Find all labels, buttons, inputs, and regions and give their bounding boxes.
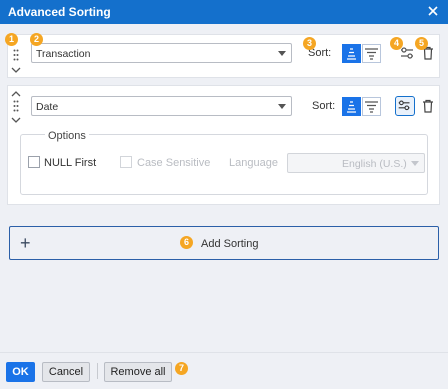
sort-row-1: Transaction Sort:: [7, 34, 440, 78]
language-value: English (U.S.): [342, 158, 407, 170]
sort-descending-button[interactable]: [362, 97, 381, 116]
null-first-label: NULL First: [44, 157, 97, 169]
callout-badge: 1: [5, 33, 18, 46]
sort-label: Sort:: [312, 100, 336, 112]
advanced-sorting-dialog: Advanced Sorting Transaction Sort: Date …: [0, 0, 448, 389]
dialog-footer: OK Cancel Remove all: [0, 352, 448, 389]
sort-row-2: Date Sort: Options NULL First Case Sensi…: [7, 85, 440, 205]
callout-badge: 3: [303, 37, 316, 50]
divider: [97, 363, 98, 379]
remove-all-button[interactable]: Remove all: [104, 362, 172, 382]
callout-badge: 7: [175, 362, 188, 375]
close-icon[interactable]: [426, 4, 440, 18]
sort-field-select[interactable]: Date: [31, 96, 292, 116]
chevron-up-icon[interactable]: [11, 91, 21, 97]
callout-badge: 6: [180, 236, 193, 249]
dialog-titlebar: Advanced Sorting: [0, 0, 448, 24]
chevron-down-icon[interactable]: [11, 117, 21, 123]
add-sorting-label: Add Sorting: [201, 238, 259, 250]
sort-field-value: Transaction: [36, 48, 91, 60]
callout-badge: 4: [390, 37, 403, 50]
null-first-checkbox[interactable]: [28, 156, 40, 168]
plus-icon: +: [20, 233, 31, 253]
sort-descending-icon: [365, 101, 378, 113]
sort-descending-icon: [365, 48, 378, 60]
add-sorting-button[interactable]: + Add Sorting: [9, 226, 439, 260]
sort-descending-button[interactable]: [362, 44, 381, 63]
drag-handle-icon[interactable]: [13, 49, 19, 61]
sort-field-select[interactable]: Transaction: [31, 43, 292, 63]
sliders-icon: [398, 100, 410, 111]
sort-ascending-icon: [347, 101, 356, 113]
options-legend: Options: [45, 130, 89, 142]
sort-ascending-button[interactable]: [342, 44, 361, 63]
chevron-down-icon[interactable]: [11, 67, 21, 73]
trash-icon: [423, 99, 433, 113]
callout-badge: 5: [415, 37, 428, 50]
ok-button[interactable]: OK: [6, 362, 35, 382]
callout-badge: 2: [30, 33, 43, 46]
drag-handle-icon[interactable]: [13, 100, 19, 112]
caret-down-icon: [411, 161, 419, 166]
language-select[interactable]: English (U.S.): [287, 153, 425, 173]
sort-field-value: Date: [36, 101, 59, 113]
case-sensitive-label: Case Sensitive: [137, 157, 211, 169]
case-sensitive-checkbox[interactable]: [120, 156, 132, 168]
caret-down-icon: [278, 104, 286, 109]
cancel-button[interactable]: Cancel: [42, 362, 90, 382]
caret-down-icon: [278, 51, 286, 56]
delete-sort-button[interactable]: [418, 96, 438, 116]
sort-ascending-icon: [347, 48, 356, 60]
sort-options-button[interactable]: [395, 96, 415, 116]
sort-ascending-button[interactable]: [342, 97, 361, 116]
language-label: Language: [229, 157, 278, 169]
dialog-title: Advanced Sorting: [8, 5, 111, 19]
